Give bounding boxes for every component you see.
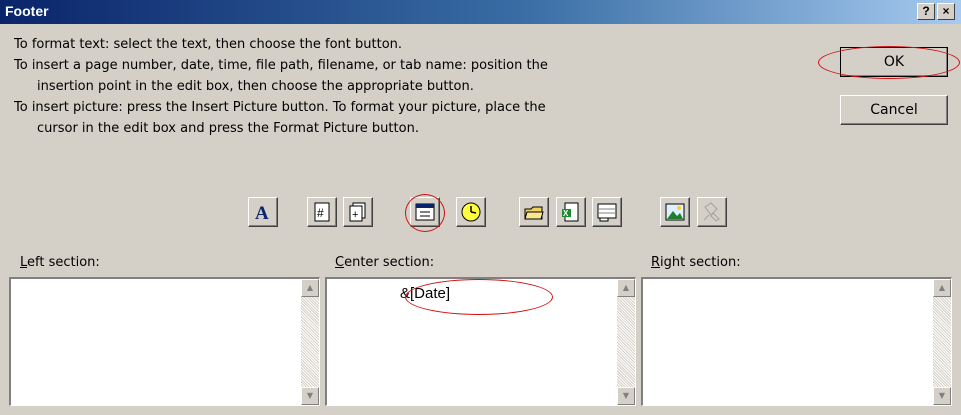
svg-text:+: + [352,209,358,221]
scroll-down-arrow[interactable]: ▼ [301,387,319,405]
insert-time-button[interactable] [456,197,486,227]
title-bar: Footer ? × [0,0,961,24]
center-section-text: &[Date] [400,285,451,302]
instruction-line: To format text: select the text, then ch… [14,37,403,52]
right-section-input[interactable]: ▲ ▼ [641,277,952,406]
left-section-label: Left section: [20,255,100,270]
ok-button[interactable]: OK [840,47,948,77]
insert-filename-button[interactable]: X [556,197,586,227]
font-button[interactable]: A [248,197,278,227]
instruction-line: insertion point in the edit box, then ch… [37,79,474,94]
instruction-line: To insert picture: press the Insert Pict… [14,100,546,115]
number-of-pages-icon: + [349,202,366,222]
right-section-label: Right section: [651,255,741,270]
left-section-scrollbar[interactable]: ▲ ▼ [301,279,319,405]
scroll-down-arrow[interactable]: ▼ [933,387,951,405]
format-picture-icon [703,202,720,222]
insert-file-path-button[interactable] [519,197,549,227]
scroll-up-arrow[interactable]: ▲ [301,279,319,297]
time-icon [461,202,481,222]
svg-text:#: # [317,206,324,220]
instruction-line: cursor in the edit box and press the For… [37,121,419,136]
date-icon [415,203,435,221]
center-section-input[interactable]: &[Date] ▲ ▼ [325,277,636,406]
number-of-pages-button[interactable]: + [343,197,373,227]
file-path-icon [524,206,544,220]
insert-date-button[interactable] [410,197,440,227]
font-icon: A [255,203,269,223]
left-section-input[interactable]: ▲ ▼ [9,277,320,406]
sheet-name-icon [597,203,617,222]
scroll-up-arrow[interactable]: ▲ [933,279,951,297]
right-section-scrollbar[interactable]: ▲ ▼ [933,279,951,405]
dialog-title: Footer [5,3,49,19]
format-picture-button[interactable] [697,197,727,227]
insert-sheet-name-button[interactable] [592,197,622,227]
close-button[interactable]: × [937,3,955,20]
scroll-up-arrow[interactable]: ▲ [617,279,635,297]
insert-picture-button[interactable] [660,197,690,227]
instruction-line: To insert a page number, date, time, fil… [14,58,548,73]
scroll-down-arrow[interactable]: ▼ [617,387,635,405]
center-section-scrollbar[interactable]: ▲ ▼ [617,279,635,405]
page-number-icon: # [314,202,330,222]
insert-picture-icon [665,203,685,221]
page-number-button[interactable]: # [307,197,337,227]
cancel-button[interactable]: Cancel [840,95,948,125]
svg-text:X: X [563,209,569,218]
svg-text:A: A [255,203,269,223]
center-section-label: Center section: [335,255,435,270]
instructions: To format text: select the text, then ch… [14,34,834,139]
help-button[interactable]: ? [917,3,935,20]
filename-icon: X [562,202,579,222]
